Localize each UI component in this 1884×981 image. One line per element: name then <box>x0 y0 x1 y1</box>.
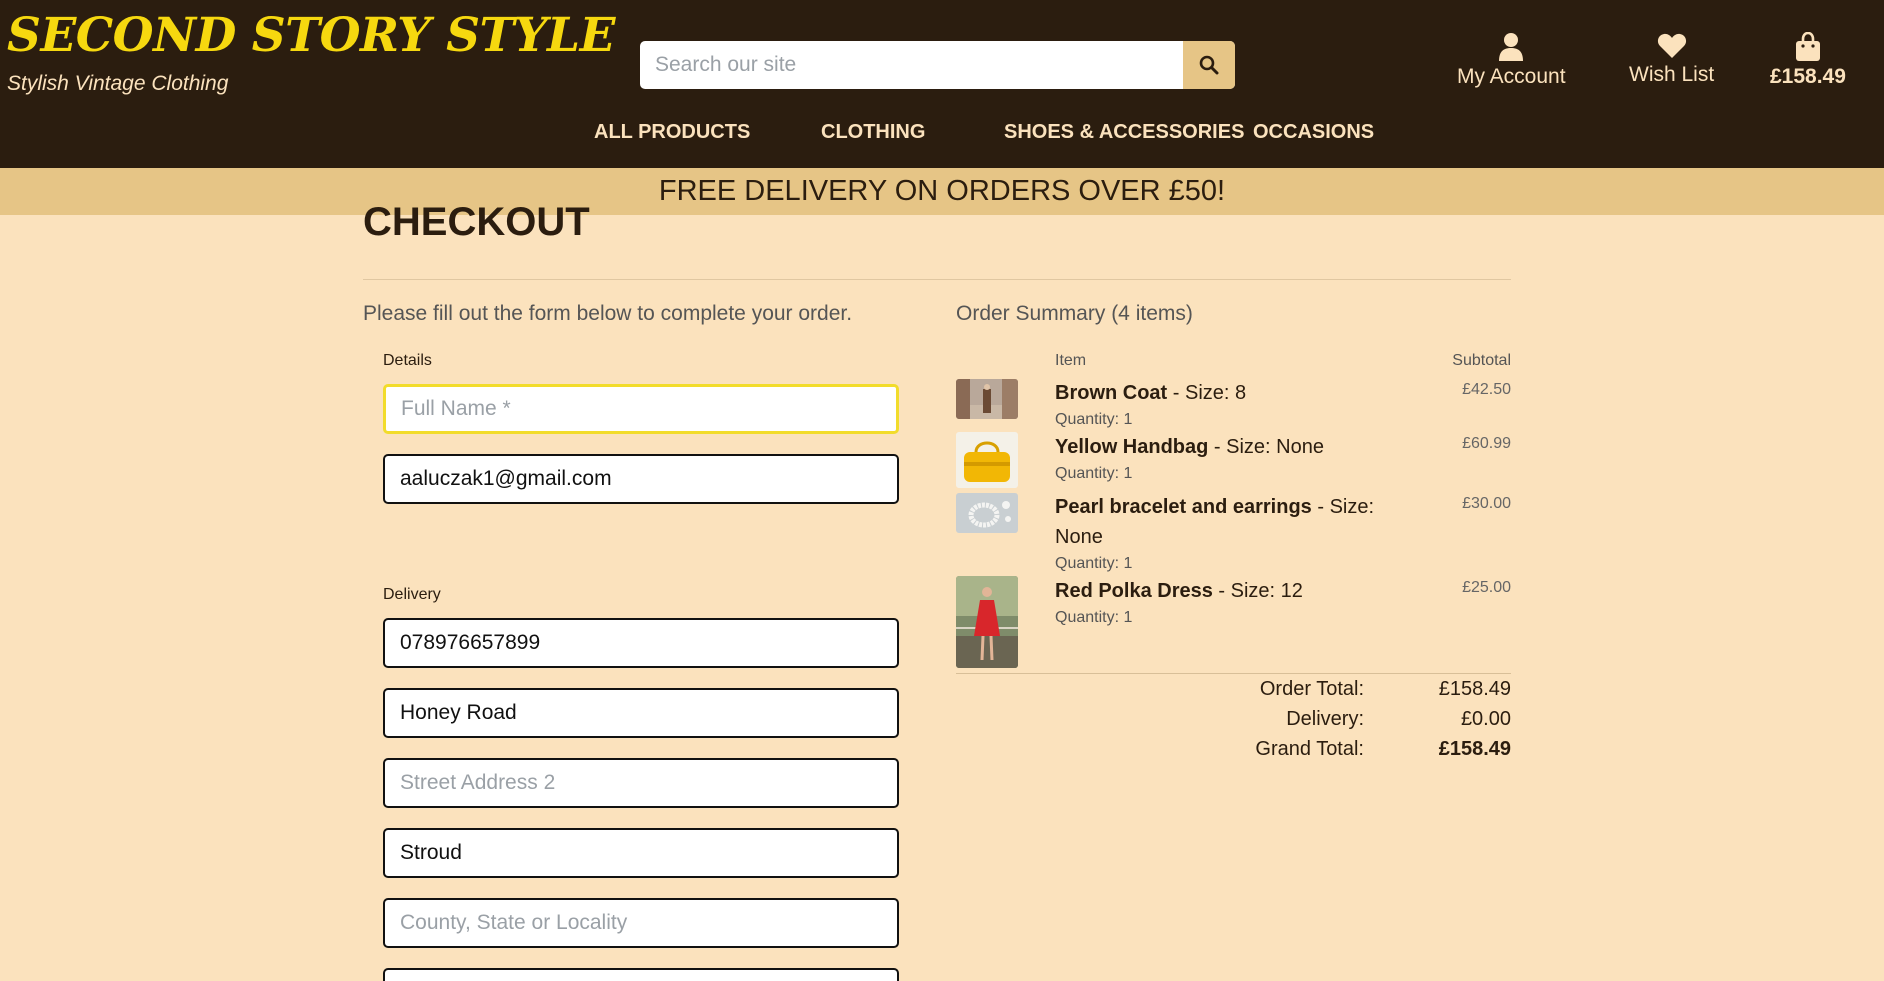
my-account-link[interactable]: My Account <box>1457 32 1566 89</box>
order-item-name: Yellow Handbag - Size: None <box>1055 432 1385 462</box>
search-bar <box>640 41 1235 89</box>
county-input[interactable] <box>383 898 899 948</box>
order-total-label: Order Total: <box>1259 678 1364 700</box>
nav-all-products[interactable]: ALL PRODUCTS <box>594 121 750 144</box>
order-item-title: Pearl bracelet and earrings <box>1055 496 1312 518</box>
order-item-subtotal: £42.50 <box>1462 381 1511 398</box>
order-item-title: Yellow Handbag <box>1055 436 1209 458</box>
delivery-label: Delivery <box>383 586 441 603</box>
town-input[interactable] <box>383 828 899 878</box>
order-item-quantity: Quantity: 1 <box>1055 609 1133 626</box>
my-account-label: My Account <box>1457 65 1566 88</box>
wish-list-link[interactable]: Wish List <box>1629 32 1714 87</box>
order-item-subtotal: £60.99 <box>1462 435 1511 452</box>
order-item-name: Brown Coat - Size: 8 <box>1055 378 1385 408</box>
item-column-header: Item <box>1055 352 1087 369</box>
yellow-handbag-image <box>956 432 1018 488</box>
pearl-bracelet-image <box>956 493 1018 533</box>
order-summary-title: Order Summary (4 items) <box>956 302 1193 325</box>
phone-input[interactable] <box>383 618 899 668</box>
postcode-input[interactable] <box>383 968 899 981</box>
order-item-size: - Size: None <box>1208 436 1324 458</box>
brown-coat-image <box>956 379 1018 419</box>
site-tagline: Stylish Vintage Clothing <box>7 72 229 95</box>
order-item-quantity: Quantity: 1 <box>1055 411 1133 428</box>
order-item-subtotal: £30.00 <box>1462 495 1511 512</box>
heart-icon <box>1657 33 1686 58</box>
site-header: SECOND STORY STYLE Stylish Vintage Cloth… <box>0 0 1884 168</box>
shopping-bag-icon <box>1795 32 1820 61</box>
nav-clothing[interactable]: CLOTHING <box>821 121 925 144</box>
order-item-name: Red Polka Dress - Size: 12 <box>1055 576 1385 606</box>
checkout-intro: Please fill out the form below to comple… <box>363 302 853 325</box>
wish-list-label: Wish List <box>1629 63 1715 86</box>
full-name-input[interactable] <box>383 384 899 434</box>
site-logo[interactable]: SECOND STORY STYLE <box>7 8 615 63</box>
order-item-quantity: Quantity: 1 <box>1055 465 1133 482</box>
search-button[interactable] <box>1183 41 1235 89</box>
email-input[interactable] <box>383 454 899 504</box>
order-item-subtotal: £25.00 <box>1462 579 1511 596</box>
grand-total-value: £158.49 <box>1438 738 1511 760</box>
order-total-value: £158.49 <box>1438 678 1511 700</box>
nav-shoes-accessories[interactable]: SHOES & ACCESSORIES <box>1004 121 1244 144</box>
page-title: CHECKOUT <box>363 200 590 244</box>
details-label: Details <box>383 352 432 369</box>
red-polka-dress-image <box>956 576 1018 668</box>
street-address-2-input[interactable] <box>383 758 899 808</box>
delivery-cost-label: Delivery: <box>1286 708 1364 730</box>
user-icon <box>1499 33 1524 61</box>
bag-total: £158.49 <box>1770 65 1846 88</box>
order-item-title: Brown Coat <box>1055 382 1168 404</box>
order-item-quantity: Quantity: 1 <box>1055 555 1133 572</box>
delivery-cost-value: £0.00 <box>1460 708 1511 730</box>
grand-total-label: Grand Total: <box>1255 738 1364 760</box>
title-divider <box>363 279 1511 280</box>
search-input[interactable] <box>640 41 1183 89</box>
delivery-banner: FREE DELIVERY ON ORDERS OVER £50! <box>0 168 1884 215</box>
order-item-title: Red Polka Dress <box>1055 580 1213 602</box>
search-icon <box>1199 55 1219 75</box>
street-address-1-input[interactable] <box>383 688 899 738</box>
order-item-size: - Size: 12 <box>1212 580 1303 602</box>
order-item-name: Pearl bracelet and earrings - Size: None <box>1055 492 1385 552</box>
subtotal-column-header: Subtotal <box>1452 352 1511 369</box>
order-item-size: - Size: 8 <box>1167 382 1247 404</box>
totals-divider <box>956 673 1511 674</box>
shopping-bag-link[interactable]: £158.49 <box>1770 32 1846 89</box>
nav-occasions[interactable]: OCCASIONS <box>1253 121 1374 144</box>
